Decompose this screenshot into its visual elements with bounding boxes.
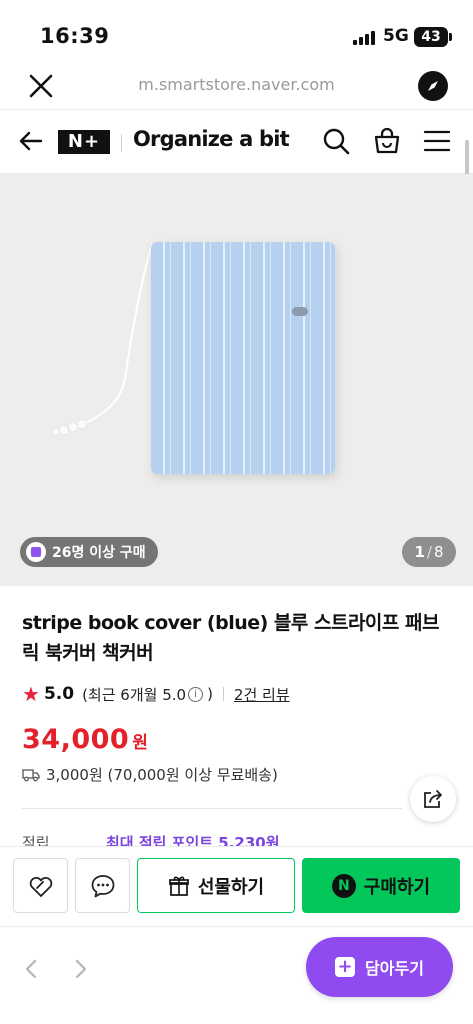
price-unit: 원: [132, 733, 148, 753]
store-header: N+ Organize a bit: [0, 110, 473, 174]
section-divider: [22, 808, 402, 809]
signal-icon: [353, 29, 377, 45]
buy-label: 구매하기: [363, 876, 431, 898]
chevron-left-icon[interactable]: [18, 955, 46, 983]
rating-separator: [222, 687, 224, 701]
status-bar: 16:39 5G 43: [0, 0, 473, 64]
image-page-counter: 1/8: [402, 537, 456, 567]
star-icon: ★: [22, 682, 40, 706]
buyers-count-badge: 26명 이상 구매: [20, 537, 158, 567]
book-cover-photo: [151, 242, 335, 474]
page-separator: /: [426, 543, 432, 561]
url-text[interactable]: m.smartstore.naver.com: [0, 75, 473, 94]
browser-bar: m.smartstore.naver.com: [0, 64, 473, 110]
browser-bottom-toolbar: + 담아두기: [0, 926, 473, 1024]
chevron-right-icon[interactable]: [66, 955, 94, 983]
compass-icon[interactable]: [418, 71, 448, 101]
current-page: 1: [414, 543, 425, 561]
battery-icon: 43: [414, 27, 448, 47]
nplus-logo[interactable]: N+: [58, 130, 110, 154]
back-arrow-icon[interactable]: [16, 126, 46, 156]
plus-icon: +: [335, 957, 356, 977]
purchase-bag-icon: [26, 542, 46, 562]
search-icon[interactable]: [320, 125, 352, 157]
shopping-bag-icon[interactable]: [371, 125, 403, 157]
buy-button[interactable]: N 구매하기: [302, 858, 460, 913]
heart-icon: [29, 876, 53, 897]
purchase-action-bar: 선물하기 N 구매하기: [0, 846, 473, 926]
truck-icon: [22, 768, 40, 781]
hamburger-menu-icon[interactable]: [421, 125, 453, 157]
save-label: 담아두기: [365, 959, 424, 978]
buyers-count-text: 26명 이상 구매: [52, 545, 146, 561]
share-icon: [424, 790, 442, 808]
gift-icon: [169, 876, 189, 896]
price-row: 34,000 원: [22, 724, 148, 755]
rating-row: ★ 5.0 (최근 6개월 5.0 i ) 2건 리뷰: [22, 682, 290, 706]
book-label-tag: [292, 307, 308, 316]
shipping-text: 3,000원 (70,000원 이상 무료배송): [46, 766, 278, 784]
total-pages: 8: [433, 543, 444, 561]
status-time: 16:39: [40, 24, 110, 48]
chat-bubble-icon: [91, 875, 115, 898]
gift-button[interactable]: 선물하기: [137, 858, 295, 913]
talk-button[interactable]: [75, 858, 130, 913]
shipping-row: 3,000원 (70,000원 이상 무료배송): [22, 764, 278, 785]
gift-label: 선물하기: [197, 876, 265, 898]
rating-score: 5.0: [43, 684, 75, 704]
network-label: 5G: [383, 26, 409, 46]
header-divider: [121, 134, 122, 152]
npay-icon: N: [331, 873, 356, 898]
price-value: 34,000: [22, 724, 130, 755]
battery-cap: [449, 33, 452, 41]
rating-recent: (최근 6개월 5.0: [82, 685, 187, 704]
info-icon[interactable]: i: [188, 686, 204, 702]
rating-recent-close: ): [207, 685, 213, 703]
wishlist-button[interactable]: [13, 858, 68, 913]
store-name[interactable]: Organize a bit: [133, 127, 290, 151]
share-button[interactable]: [410, 776, 456, 822]
review-count-link[interactable]: 2건 리뷰: [234, 684, 290, 705]
product-title: stripe book cover (blue) 블루 스트라이프 패브릭 북커…: [22, 612, 439, 664]
save-for-later-button[interactable]: + 담아두기: [306, 937, 453, 997]
product-image-gallery[interactable]: 26명 이상 구매 1/8: [0, 174, 473, 586]
